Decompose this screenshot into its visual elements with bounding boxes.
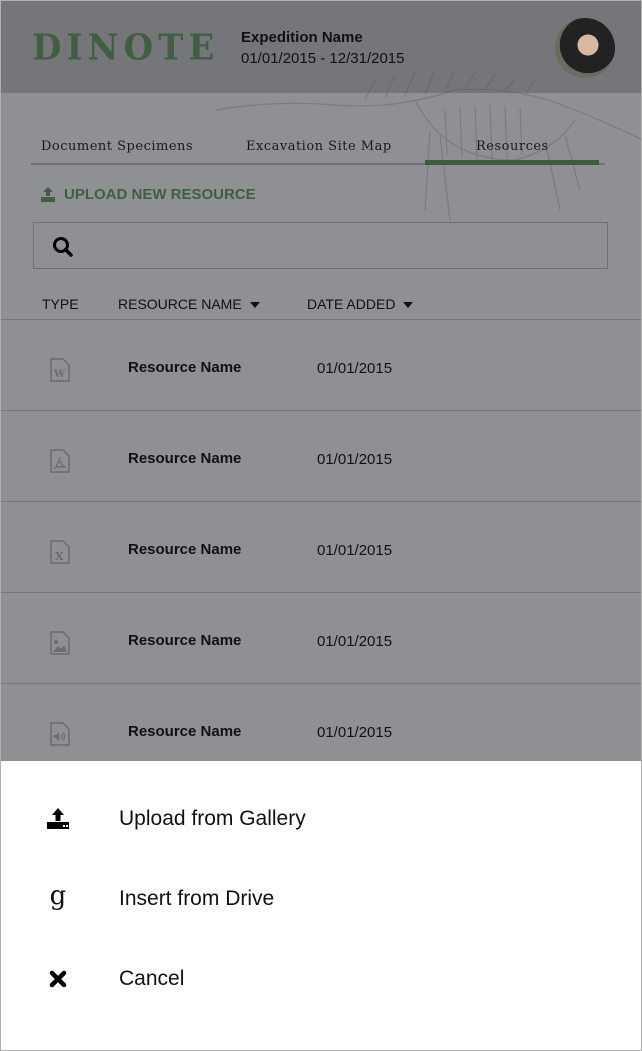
tab-resources[interactable]: Resources [425,139,599,165]
resource-name: Resource Name [128,541,242,558]
excel-file-icon: X [50,540,70,564]
date-added: 01/01/2015 [317,633,393,650]
image-file-icon [50,631,70,655]
resource-name: Resource Name [128,450,242,467]
table-row[interactable]: W Resource Name 01/01/2015 [0,319,642,410]
resource-name: Resource Name [128,723,242,740]
upload-options-sheet: Upload from Gallery g Insert from Drive … [0,761,642,1051]
word-file-icon: W [50,358,70,382]
tab-excavation-site-map[interactable]: Excavation Site Map [246,139,392,154]
google-icon: g [49,881,67,911]
resource-name: Resource Name [128,359,242,376]
insert-from-drive-option[interactable]: g Insert from Drive [0,869,642,929]
caret-down-icon [403,302,414,309]
date-added: 01/01/2015 [317,360,393,377]
tab-document-specimens[interactable]: Document Specimens [41,139,193,154]
caret-down-icon [249,302,260,309]
resource-list: W Resource Name 01/01/2015 Resource Name… [0,319,642,774]
svg-text:W: W [53,369,66,380]
date-added: 01/01/2015 [317,542,393,559]
upload-label: UPLOAD NEW RESOURCE [64,186,256,203]
svg-text:X: X [55,550,64,563]
upload-new-resource-button[interactable]: UPLOAD NEW RESOURCE [40,186,256,203]
date-added: 01/01/2015 [317,451,393,468]
pdf-file-icon [50,449,70,473]
table-row[interactable]: X Resource Name 01/01/2015 [0,501,642,592]
upload-from-gallery-option[interactable]: Upload from Gallery [0,789,642,849]
column-header-resource-name[interactable]: RESOURCE NAME [118,296,260,312]
search-icon [53,237,73,257]
upload-icon [41,187,55,202]
column-header-type: TYPE [42,296,79,312]
column-header-date-added[interactable]: DATE ADDED [307,296,414,312]
column-label: DATE ADDED [307,296,396,312]
logo: DINOTE [32,27,220,69]
expedition-name: Expedition Name [241,29,363,46]
audio-file-icon [50,722,70,746]
table-row[interactable]: Resource Name 01/01/2015 [0,410,642,501]
resource-name: Resource Name [128,632,242,649]
cancel-option[interactable]: Cancel [0,949,642,1009]
column-label: RESOURCE NAME [118,296,242,312]
table-row[interactable]: Resource Name 01/01/2015 [0,592,642,683]
close-icon [46,970,70,988]
search-input[interactable] [33,222,608,269]
date-added: 01/01/2015 [317,724,393,741]
option-label: Cancel [119,967,185,990]
option-label: Upload from Gallery [119,807,306,830]
tab-bar: Document Specimens Excavation Site Map R… [31,135,605,165]
upload-icon [46,808,70,830]
option-label: Insert from Drive [119,887,275,910]
